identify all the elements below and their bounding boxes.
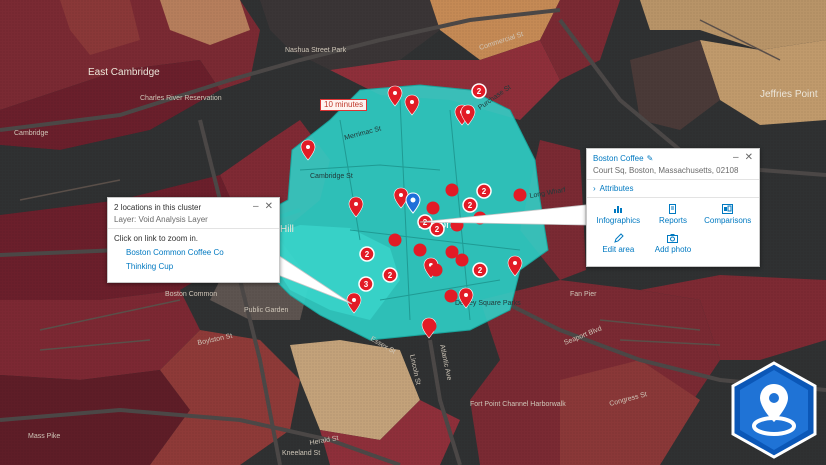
street-label: Kneeland St [282,450,320,457]
cluster-marker[interactable]: 2 [462,197,478,213]
chevron-right-icon: › [593,184,596,193]
document-icon [669,204,677,214]
label-park: Fort Point Channel Harborwalk [470,401,566,408]
location-point[interactable] [423,319,437,333]
location-point[interactable] [444,289,458,303]
feature-popup-header: Boston Coffee ✎ – ✕ [587,149,759,166]
label-park: Charles River Reservation [140,95,222,102]
location-point[interactable] [455,253,469,267]
reports-label: Reports [658,216,687,225]
popup-controls: – ✕ [733,153,753,163]
label-park: Public Garden [244,307,288,314]
popup-controls: – ✕ [253,202,273,212]
location-point[interactable] [513,188,527,202]
cluster-popup-body: Click on link to zoom in. Boston Common … [108,229,279,276]
attributes-expander[interactable]: › Attributes [587,180,759,198]
label-cambridge: Cambridge [14,130,48,137]
street-label: Mass Pike [28,433,60,440]
comparisons-button[interactable]: Comparisons [700,204,755,225]
cluster-count: 2 [468,201,473,210]
add-photo-label: Add photo [654,245,692,254]
location-point[interactable] [445,183,459,197]
close-icon[interactable]: ✕ [265,202,273,212]
feature-popup-address: Court Sq, Boston, Massachusetts, 02108 [587,166,759,180]
label-east-cambridge: East Cambridge [88,67,160,78]
cluster-popup-header: 2 locations in this cluster – ✕ [108,198,279,215]
compare-icon [722,204,734,214]
cluster-popup-layer: Layer: Void Analysis Layer [108,215,279,229]
cluster-popup-hint: Click on link to zoom in. [114,234,199,243]
infographics-button[interactable]: Infographics [591,204,646,225]
attributes-label: Attributes [599,184,634,193]
pencil-icon [614,233,624,243]
label-hill: Hill [280,224,294,235]
drive-time-label: 10 minutes [320,99,368,111]
location-point[interactable] [388,233,402,247]
cluster-link-thinking-cup[interactable]: Thinking Cup [126,262,273,271]
feature-popup-title[interactable]: Boston Coffee [593,154,644,163]
feature-popup-title-wrap: Boston Coffee ✎ [593,154,653,163]
label-park: Nashua Street Park [285,47,347,54]
cluster-count: 2 [365,250,370,259]
cluster-marker[interactable]: 3 [358,276,374,292]
cluster-link-boston-common-coffee[interactable]: Boston Common Coffee Co [126,248,273,257]
cluster-marker[interactable]: 2 [359,246,375,262]
camera-icon [667,234,679,243]
label-park: Boston Common [165,291,217,298]
infographics-label: Infographics [596,216,641,225]
feature-popup: Boston Coffee ✎ – ✕ Court Sq, Boston, Mas… [586,148,760,267]
street-label: Fan Pier [570,291,597,298]
cluster-marker[interactable]: 2 [471,83,487,99]
arcgis-business-analyst-icon [731,361,817,459]
add-photo-button[interactable]: Add photo [646,233,701,254]
feature-actions: Infographics Reports Comparisons Edit ar… [587,198,759,260]
reports-button[interactable]: Reports [646,204,701,225]
cluster-count: 2 [482,187,487,196]
map-app: East Cambridge Jeffries Point Cambridge … [0,0,826,465]
cluster-count: 2 [477,87,482,96]
cluster-count: 2 [478,266,483,275]
edit-title-icon[interactable]: ✎ [647,154,654,163]
cluster-count: 2 [435,225,440,234]
cluster-popup: 2 locations in this cluster – ✕ Layer: V… [107,197,280,283]
cluster-marker[interactable]: 2 [476,183,492,199]
label-jeffries-point: Jeffries Point [760,89,818,100]
minimize-icon[interactable]: – [733,153,739,163]
location-point[interactable] [413,243,427,257]
street-label: Cambridge St [310,173,353,180]
location-point[interactable] [429,263,443,277]
edit-area-label: Edit area [602,245,635,254]
location-point[interactable] [426,201,440,215]
close-icon[interactable]: ✕ [745,153,753,163]
bar-chart-icon [613,206,622,213]
minimize-icon[interactable]: – [253,202,259,212]
cluster-popup-title: 2 locations in this cluster [114,202,202,212]
edit-area-button[interactable]: Edit area [591,233,646,254]
cluster-count: 3 [364,280,369,289]
cluster-marker[interactable]: 2 [382,267,398,283]
comparisons-label: Comparisons [704,216,752,225]
cluster-count: 2 [388,271,393,280]
cluster-marker[interactable]: 2 [472,262,488,278]
